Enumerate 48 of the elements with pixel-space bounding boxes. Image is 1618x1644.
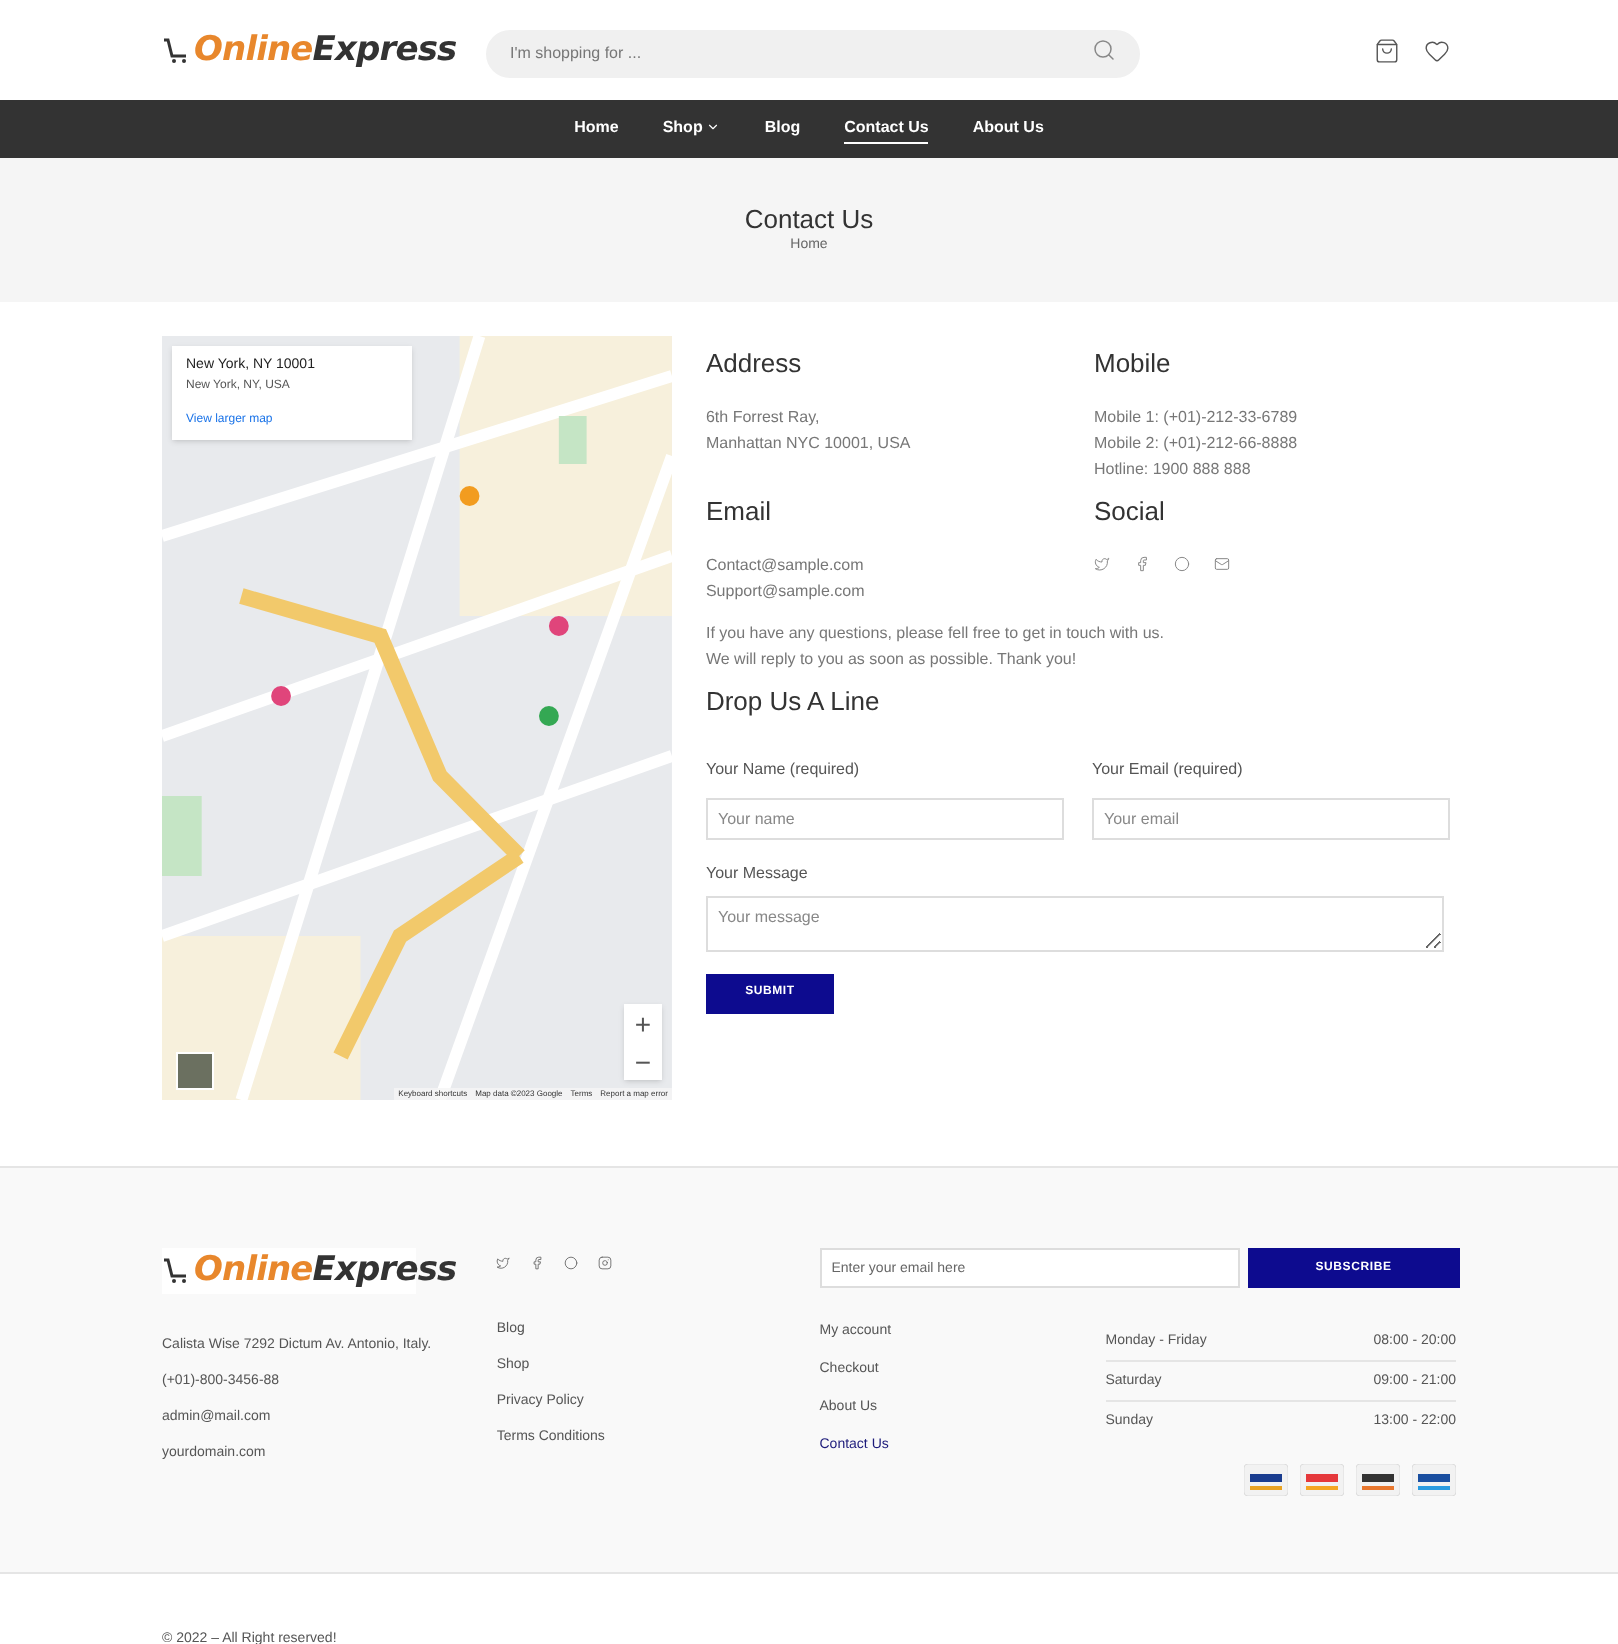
- contact-text: Manhattan NYC 10001, USA: [705, 433, 913, 453]
- heart-icon[interactable]: [1424, 37, 1450, 63]
- zoom-in-button[interactable]: +: [623, 1004, 662, 1042]
- contact-text: Hotline: 1900 888 888: [1093, 459, 1253, 479]
- cart-icon: [162, 35, 190, 63]
- mastercard-card-icon: [1300, 1464, 1345, 1496]
- bag-icon[interactable]: [1374, 37, 1400, 63]
- form-heading: Drop Us A Line: [705, 684, 882, 720]
- field-label: Your Name (required): [705, 757, 862, 781]
- nav-link[interactable]: Contact Us: [844, 115, 929, 143]
- search-icon[interactable]: [1092, 38, 1116, 62]
- field-label: Your Message: [705, 861, 810, 885]
- contact-text: Mobile 1: (+01)-212-33-6789: [1093, 407, 1300, 427]
- discover-card-icon: [1356, 1464, 1401, 1496]
- logo[interactable]: OnlineExpress: [162, 33, 486, 67]
- mail-icon[interactable]: [1213, 555, 1230, 571]
- section-heading: Mobile: [1093, 346, 1173, 382]
- zoom-out-button[interactable]: −: [623, 1042, 662, 1080]
- cart-icon: [162, 1256, 190, 1284]
- contact-text: Contact@sample.com: [705, 555, 866, 575]
- nav-link[interactable]: Blog: [764, 115, 801, 143]
- nav-link[interactable]: Shop: [662, 115, 721, 143]
- page-title: Contact Us: [744, 203, 874, 236]
- name-field[interactable]: Your name: [705, 797, 1064, 839]
- logo-text: OnlineExpress: [194, 33, 457, 67]
- twitter-icon[interactable]: [496, 1256, 511, 1270]
- facebook-icon[interactable]: [530, 1256, 545, 1270]
- caret-icon: [706, 120, 721, 134]
- paypal-card-icon: [1412, 1464, 1457, 1496]
- facebook-icon[interactable]: [1133, 555, 1150, 571]
- intro-text: If you have any questions, please fell free to get in touch with us.: [705, 624, 1166, 644]
- contact-text: 6th Forrest Ray,: [705, 407, 822, 427]
- nav-link[interactable]: About Us: [972, 115, 1044, 143]
- contact-text: Support@sample.com: [705, 581, 867, 601]
- contact-text: Mobile 2: (+01)-212-66-8888: [1093, 433, 1300, 453]
- search-field[interactable]: I'm shopping for ...: [486, 29, 1140, 77]
- section-heading: Email: [705, 494, 773, 530]
- section-heading: Social: [1093, 494, 1167, 530]
- message-field[interactable]: Your message: [705, 895, 1444, 951]
- email-field[interactable]: Your email: [1091, 797, 1450, 839]
- instagram-icon[interactable]: [598, 1256, 613, 1270]
- intro-text: We will reply to you as soon as possible. Thank you!: [705, 650, 1079, 670]
- section-heading: Address: [705, 346, 804, 382]
- visa-card-icon: [1244, 1464, 1289, 1496]
- satellite-thumbnail[interactable]: [176, 1052, 214, 1090]
- twitter-icon[interactable]: [1093, 555, 1110, 571]
- field-label: Your Email (required): [1091, 757, 1245, 781]
- nav-link[interactable]: Home: [574, 115, 619, 143]
